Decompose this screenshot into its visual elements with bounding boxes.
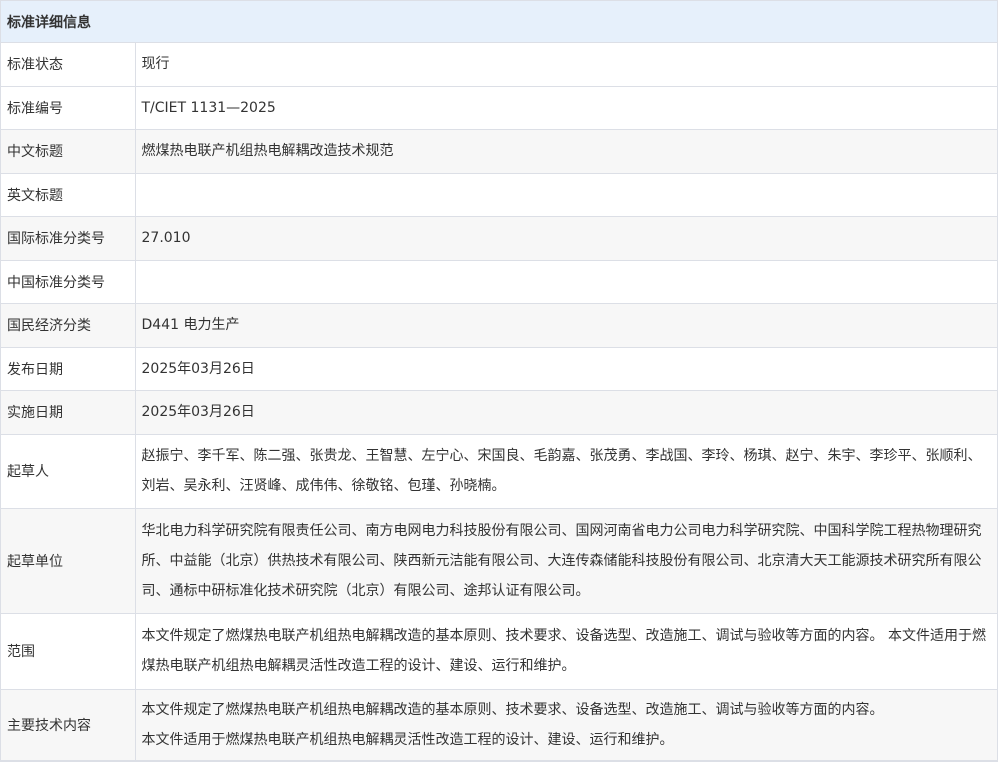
row-label: 英文标题 xyxy=(1,173,136,217)
row-label: 实施日期 xyxy=(1,390,136,435)
row-value xyxy=(135,173,997,217)
row-label: 标准状态 xyxy=(1,43,136,87)
row-ics: 国际标准分类号 27.010 xyxy=(1,216,997,261)
row-main-content: 主要技术内容 本文件规定了燃煤热电联产机组热电解耦改造的基本原则、技术要求、设备… xyxy=(1,689,997,761)
row-value xyxy=(135,260,997,304)
row-drafting-units: 起草单位 华北电力科学研究院有限责任公司、南方电网电力科技股份有限公司、国网河南… xyxy=(1,508,997,614)
row-economic-class: 国民经济分类 D441 电力生产 xyxy=(1,303,997,348)
row-label: 发布日期 xyxy=(1,347,136,391)
row-scope: 范围 本文件规定了燃煤热电联产机组热电解耦改造的基本原则、技术要求、设备选型、改… xyxy=(1,613,997,690)
row-english-title: 英文标题 xyxy=(1,173,997,217)
row-label: 起草人 xyxy=(1,434,136,509)
row-publish-date: 发布日期 2025年03月26日 xyxy=(1,347,997,391)
row-value: 赵振宁、李千军、陈二强、张贵龙、王智慧、左宁心、宋国良、毛韵嘉、张茂勇、李战国、… xyxy=(135,434,997,509)
row-label: 国民经济分类 xyxy=(1,303,136,348)
row-label: 范围 xyxy=(1,613,136,690)
row-value: 2025年03月26日 xyxy=(135,390,997,435)
row-label: 主要技术内容 xyxy=(1,689,136,761)
standard-detail-panel: 标准详细信息 标准状态 现行 标准编号 T/CIET 1131—2025 中文标… xyxy=(0,0,998,762)
content-line: 本文件规定了燃煤热电联产机组热电解耦改造的基本原则、技术要求、设备选型、改造施工… xyxy=(141,701,884,718)
row-ccs: 中国标准分类号 xyxy=(1,260,997,304)
row-value: 燃煤热电联产机组热电解耦改造技术规范 xyxy=(135,129,997,174)
row-value: 本文件规定了燃煤热电联产机组热电解耦改造的基本原则、技术要求、设备选型、改造施工… xyxy=(135,689,997,761)
row-effective-date: 实施日期 2025年03月26日 xyxy=(1,390,997,435)
row-value: D441 电力生产 xyxy=(135,303,997,348)
row-value: T/CIET 1131—2025 xyxy=(135,86,997,130)
row-label: 标准编号 xyxy=(1,86,136,130)
row-value: 本文件规定了燃煤热电联产机组热电解耦改造的基本原则、技术要求、设备选型、改造施工… xyxy=(135,613,997,690)
row-label: 国际标准分类号 xyxy=(1,216,136,261)
row-value: 2025年03月26日 xyxy=(135,347,997,391)
row-value: 27.010 xyxy=(135,216,997,261)
detail-table: 标准状态 现行 标准编号 T/CIET 1131—2025 中文标题 燃煤热电联… xyxy=(1,43,997,761)
row-label: 中国标准分类号 xyxy=(1,260,136,304)
row-value: 华北电力科学研究院有限责任公司、南方电网电力科技股份有限公司、国网河南省电力公司… xyxy=(135,508,997,614)
row-label: 中文标题 xyxy=(1,129,136,174)
row-status: 标准状态 现行 xyxy=(1,43,997,87)
panel-title: 标准详细信息 xyxy=(1,1,997,43)
row-standard-number: 标准编号 T/CIET 1131—2025 xyxy=(1,86,997,130)
row-drafters: 起草人 赵振宁、李千军、陈二强、张贵龙、王智慧、左宁心、宋国良、毛韵嘉、张茂勇、… xyxy=(1,434,997,509)
row-chinese-title: 中文标题 燃煤热电联产机组热电解耦改造技术规范 xyxy=(1,129,997,174)
row-label: 起草单位 xyxy=(1,508,136,614)
row-value: 现行 xyxy=(135,43,997,87)
content-line: 本文件适用于燃煤热电联产机组热电解耦灵活性改造工程的设计、建设、运行和维护。 xyxy=(141,731,674,748)
